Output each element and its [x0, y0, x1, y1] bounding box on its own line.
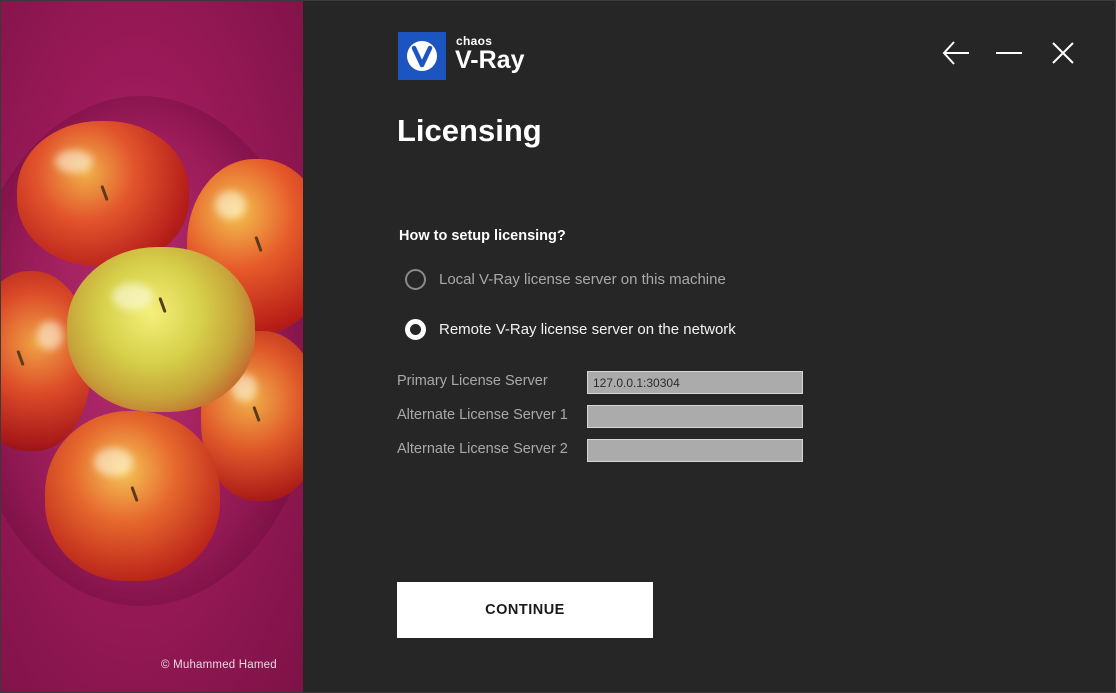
option-local-license-server[interactable]: Local V-Ray license server on this machi…: [405, 269, 726, 290]
arrow-left-icon: [942, 41, 969, 65]
vray-v-icon: [407, 41, 437, 71]
licensing-question: How to setup licensing?: [399, 228, 566, 244]
alternate-server-2-label: Alternate License Server 2: [397, 441, 568, 457]
minimize-button[interactable]: [993, 37, 1025, 69]
alternate-server-2-input[interactable]: [587, 439, 803, 462]
brand-product: V-Ray: [455, 46, 525, 74]
option-remote-license-server[interactable]: Remote V-Ray license server on the netwo…: [405, 319, 736, 340]
apple-image: [67, 247, 255, 412]
close-button[interactable]: [1047, 37, 1079, 69]
apple-image: [17, 121, 189, 266]
minimize-icon: [996, 52, 1022, 54]
installer-window: © Muhammed Hamed chaos V-Ray Licensing H…: [0, 0, 1116, 693]
photo-credit: © Muhammed Hamed: [161, 659, 277, 671]
option-label: Local V-Ray license server on this machi…: [439, 271, 726, 288]
page-title: Licensing: [397, 113, 542, 148]
radio-button[interactable]: [405, 269, 426, 290]
primary-server-input[interactable]: [587, 371, 803, 394]
primary-server-label: Primary License Server: [397, 373, 548, 389]
option-label: Remote V-Ray license server on the netwo…: [439, 321, 736, 338]
vray-logo-icon: [398, 32, 446, 80]
apple-artwork-panel: © Muhammed Hamed: [1, 1, 303, 692]
close-icon: [1052, 42, 1074, 64]
apple-image: [45, 411, 220, 581]
back-button[interactable]: [940, 37, 972, 69]
continue-button[interactable]: CONTINUE: [397, 582, 653, 638]
radio-button-selected[interactable]: [405, 319, 426, 340]
alternate-server-1-input[interactable]: [587, 405, 803, 428]
alternate-server-1-label: Alternate License Server 1: [397, 407, 568, 423]
